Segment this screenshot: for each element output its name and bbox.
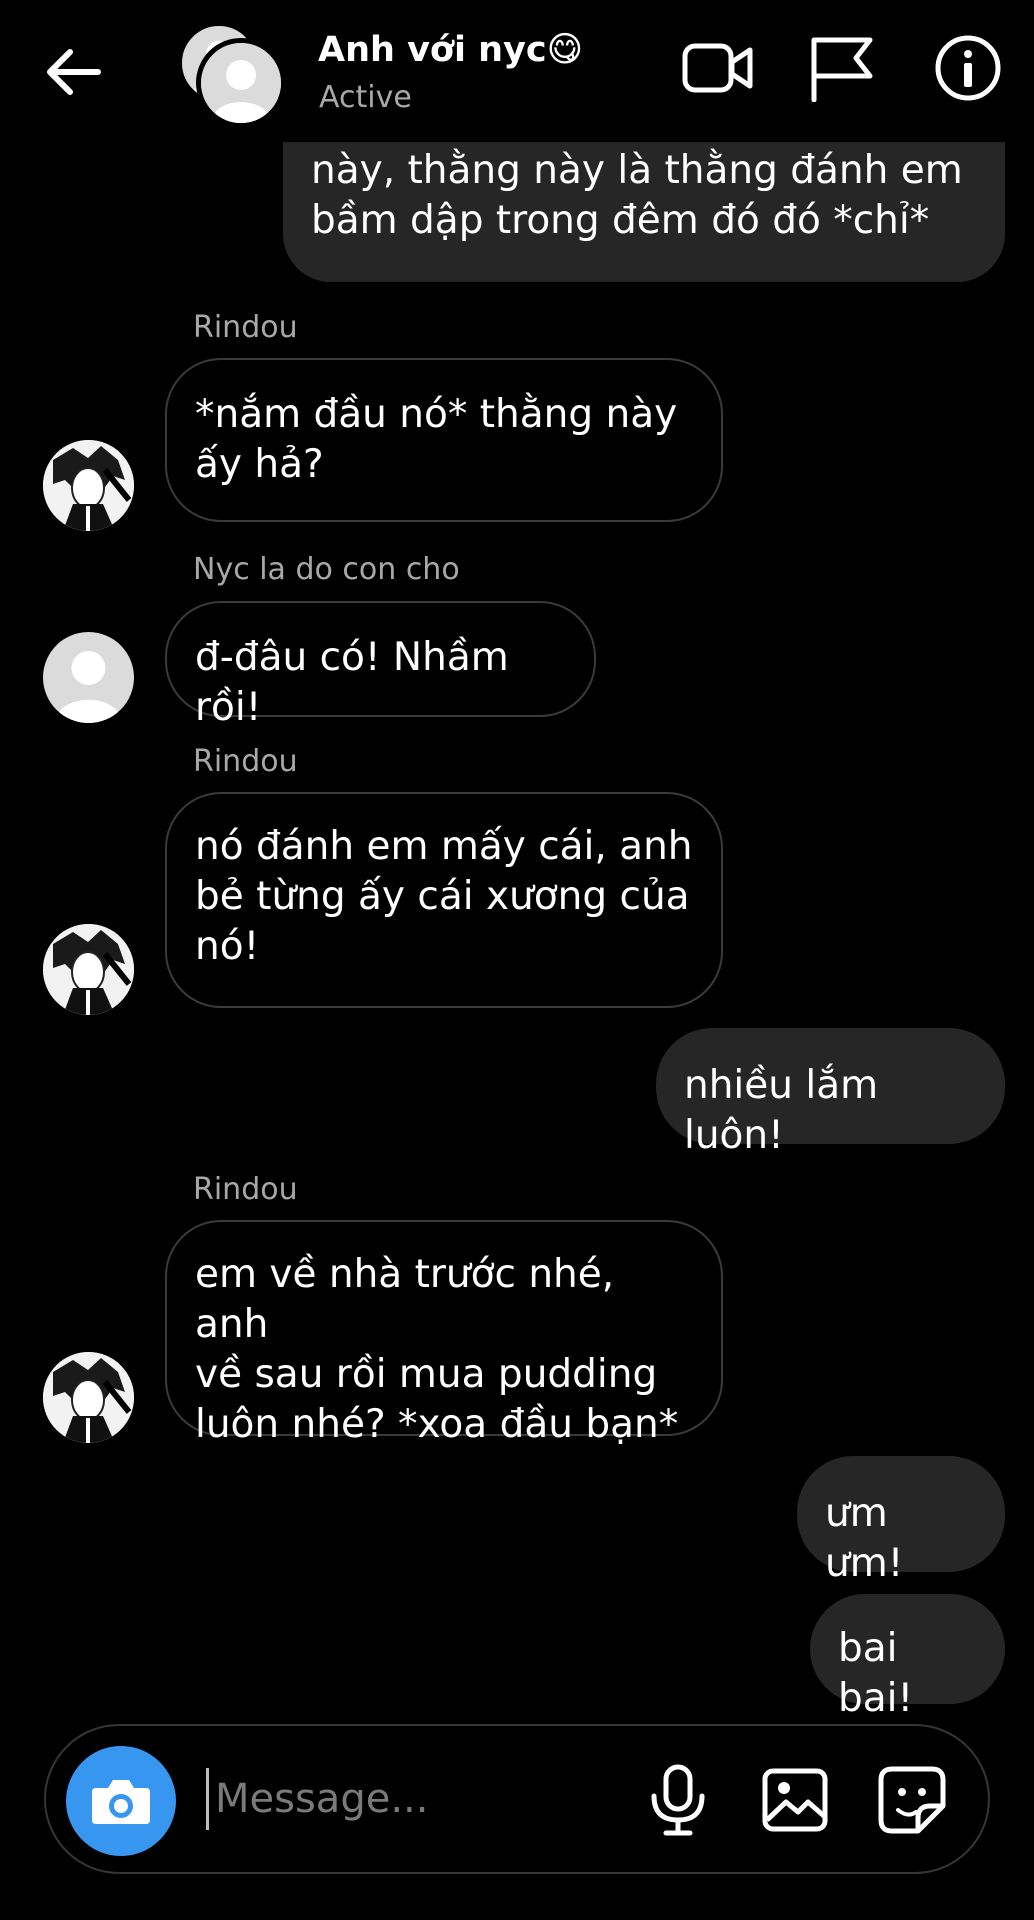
message-bubble-received[interactable]: nó đánh em mấy cái, anh bẻ từng ấy cái x… [165,792,723,1008]
message-input[interactable] [206,1768,637,1830]
message-bubble-received[interactable]: em về nhà trước nhé, anh về sau rồi mua … [165,1220,723,1447]
camera-button[interactable] [66,1746,176,1856]
gallery-icon[interactable] [762,1768,828,1832]
message-bubble-sent[interactable]: nhiều lắm luôn! [656,1028,1005,1158]
sticker-icon[interactable] [878,1766,946,1834]
active-status: Active [319,80,412,115]
group-avatar-front [196,38,286,128]
flag-icon[interactable] [808,36,876,102]
message-bubble-sent[interactable]: bai bai! [810,1594,1005,1721]
message-bubble-received[interactable]: đ-đâu có! Nhầm rồi! [165,601,596,730]
video-call-icon[interactable] [682,38,754,98]
microphone-icon[interactable] [646,1764,710,1836]
sender-avatar[interactable] [43,924,134,1015]
message-thread[interactable]: này, thằng này là thằng đánh em bầm dập … [0,138,1034,1721]
chat-header: Anh với nyc😋 Active [0,0,1034,142]
sender-avatar[interactable] [43,632,134,723]
message-composer [44,1724,990,1874]
back-arrow-icon[interactable] [40,44,104,100]
camera-icon [92,1780,150,1824]
sender-avatar[interactable] [43,1352,134,1443]
message-bubble-sent[interactable]: này, thằng này là thằng đánh em bầm dập … [283,138,1005,282]
chat-title[interactable]: Anh với nyc😋 [318,30,583,70]
group-avatar[interactable] [178,22,286,128]
sender-name: Rindou [193,744,298,779]
message-bubble-received[interactable]: *nắm đầu nó* thằng này ấy hả? [165,358,723,522]
sender-name: Rindou [193,310,298,345]
sender-name: Rindou [193,1172,298,1207]
sender-name: Nyc la do con cho [193,552,460,587]
info-icon[interactable] [934,34,1002,102]
sender-avatar[interactable] [43,440,134,531]
message-bubble-sent[interactable]: ưm ưm! [797,1456,1005,1586]
